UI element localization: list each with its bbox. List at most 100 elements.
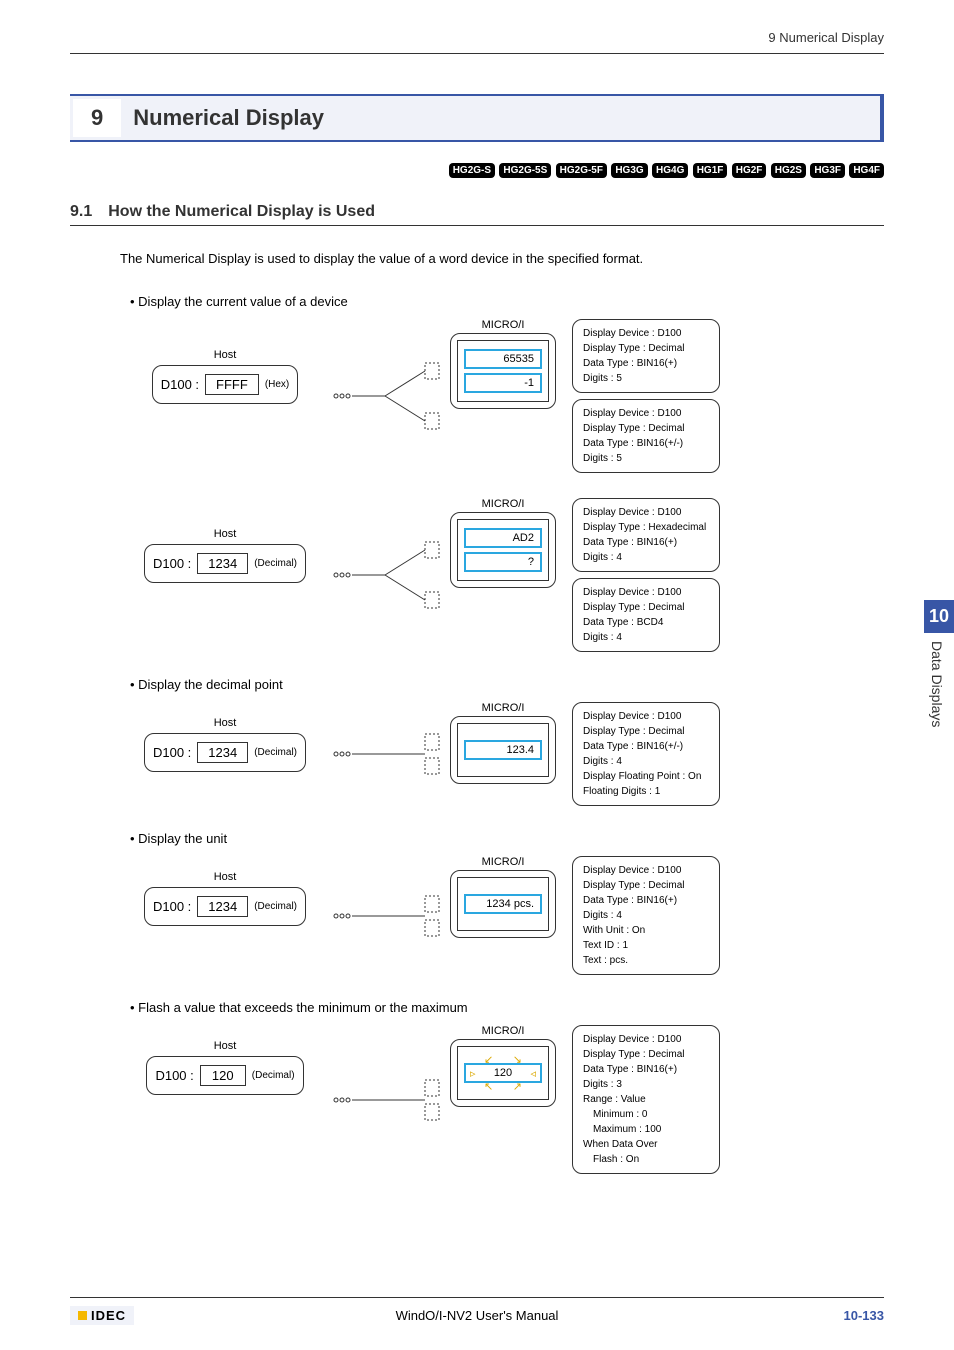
- chapter-number: 9: [73, 99, 121, 137]
- micro-label: MICRO/I: [450, 319, 556, 331]
- display-value-flash: ▹ 120 ◃ ↙ ↘ ↖ ↗: [464, 1063, 542, 1083]
- badge: HG4G: [652, 163, 688, 178]
- header-rule: [70, 53, 884, 54]
- display-value: 123.4: [464, 740, 542, 760]
- logo-text: IDEC: [91, 1308, 126, 1323]
- micro-unit: ▹ 120 ◃ ↙ ↘ ↖ ↗: [450, 1039, 556, 1107]
- host-format: (Hex): [265, 379, 289, 390]
- diagram-current-value-decimal: Host D100 : 1234 (Decimal) MICRO/I AD2 ?: [130, 498, 884, 652]
- flash-mark-icon: ◃: [530, 1067, 536, 1080]
- config-box: Display Device : D100 Display Type : Hex…: [572, 498, 720, 572]
- host-label: Host: [130, 717, 320, 729]
- diagram-flash-overflow: Host D100 : 120 (Decimal) MICRO/I ▹ 120: [130, 1025, 884, 1174]
- bullet-current-value: • Display the current value of a device: [130, 294, 884, 309]
- page-footer: IDEC WindO/I-NV2 User's Manual 10-133: [70, 1297, 884, 1325]
- display-value: -1: [464, 373, 542, 393]
- host-value: FFFF: [205, 374, 259, 395]
- side-tab-number: 10: [924, 600, 954, 633]
- device-label: D100 :: [155, 1068, 193, 1083]
- chapter-heading: 9 Numerical Display: [70, 94, 884, 142]
- micro-screen: 123.4: [457, 723, 549, 777]
- host-label: Host: [130, 1040, 320, 1052]
- page-header-right: 9 Numerical Display: [70, 30, 884, 45]
- host-format: (Decimal): [254, 558, 297, 569]
- micro-unit: 123.4: [450, 716, 556, 784]
- host-value: 1234: [197, 742, 248, 763]
- micro-label: MICRO/I: [450, 702, 556, 714]
- product-badges: HG2G-S HG2G-5S HG2G-5F HG3G HG4G HG1F HG…: [70, 162, 884, 178]
- host-box: D100 : FFFF (Hex): [152, 365, 299, 404]
- display-value: AD2: [464, 528, 542, 548]
- diagram-decimal-point: Host D100 : 1234 (Decimal) MICRO/I 123.4: [130, 702, 884, 806]
- config-box: Display Device : D100 Display Type : Dec…: [572, 319, 720, 393]
- config-box: Display Device : D100 Display Type : Dec…: [572, 578, 720, 652]
- host-label: Host: [130, 528, 320, 540]
- side-tab: 10 Data Displays: [924, 600, 954, 735]
- badge: HG2F: [732, 163, 767, 178]
- micro-label: MICRO/I: [450, 498, 556, 510]
- config-box: Display Device : D100 Display Type : Dec…: [572, 399, 720, 473]
- section-number: 9.1: [70, 203, 92, 221]
- device-label: D100 :: [153, 899, 191, 914]
- host-box: D100 : 1234 (Decimal): [144, 544, 306, 583]
- micro-screen: 1234 pcs.: [457, 877, 549, 931]
- micro-screen: 65535 -1: [457, 340, 549, 402]
- badge: HG3G: [611, 163, 647, 178]
- config-box: Display Device : D100 Display Type : Dec…: [572, 856, 720, 975]
- micro-unit: AD2 ?: [450, 512, 556, 588]
- micro-unit: 65535 -1: [450, 333, 556, 409]
- flash-mark-icon: ↘: [513, 1053, 522, 1066]
- host-value: 1234: [197, 553, 248, 574]
- host-box: D100 : 1234 (Decimal): [144, 887, 306, 926]
- host-label: Host: [130, 871, 320, 883]
- diagram-unit: Host D100 : 1234 (Decimal) MICRO/I 1234 …: [130, 856, 884, 975]
- connection-wires-icon: [330, 719, 440, 789]
- connection-wires-icon: [330, 530, 440, 620]
- flash-mark-icon: ↗: [513, 1080, 522, 1093]
- bullet-decimal-point: • Display the decimal point: [130, 677, 884, 692]
- badge: HG1F: [693, 163, 728, 178]
- footer-title: WindO/I-NV2 User's Manual: [396, 1308, 559, 1323]
- bullet-unit: • Display the unit: [130, 831, 884, 846]
- micro-label: MICRO/I: [450, 1025, 556, 1037]
- badge: HG4F: [849, 163, 884, 178]
- host-value: 1234: [197, 896, 248, 917]
- host-box: D100 : 1234 (Decimal): [144, 733, 306, 772]
- micro-unit: 1234 pcs.: [450, 870, 556, 938]
- badge: HG2S: [771, 163, 806, 178]
- device-label: D100 :: [153, 745, 191, 760]
- section-title: How the Numerical Display is Used: [108, 203, 375, 221]
- connection-wires-icon: [330, 881, 440, 951]
- host-box: D100 : 120 (Decimal): [146, 1056, 303, 1095]
- section-heading: 9.1 How the Numerical Display is Used: [70, 203, 884, 226]
- badge: HG2G-S: [449, 163, 495, 178]
- host-value: 120: [200, 1065, 246, 1086]
- micro-label: MICRO/I: [450, 856, 556, 868]
- badge: HG2G-5F: [556, 163, 607, 178]
- micro-screen: AD2 ?: [457, 519, 549, 581]
- display-value: 65535: [464, 349, 542, 369]
- connection-wires-icon: [330, 1065, 440, 1135]
- micro-screen: ▹ 120 ◃ ↙ ↘ ↖ ↗: [457, 1046, 549, 1100]
- host-label: Host: [130, 349, 320, 361]
- connection-wires-icon: [330, 351, 440, 441]
- display-value: 1234 pcs.: [464, 894, 542, 914]
- flash-mark-icon: ↖: [484, 1080, 493, 1093]
- flash-mark-icon: ↙: [484, 1053, 493, 1066]
- device-label: D100 :: [153, 556, 191, 571]
- badge: HG2G-5S: [499, 163, 551, 178]
- config-box: Display Device : D100 Display Type : Dec…: [572, 702, 720, 806]
- badge: HG3F: [810, 163, 845, 178]
- host-format: (Decimal): [254, 901, 297, 912]
- footer-page: 10-133: [844, 1308, 884, 1323]
- display-value: ?: [464, 552, 542, 572]
- side-tab-text: Data Displays: [924, 633, 950, 735]
- logo-square-icon: [78, 1311, 87, 1320]
- device-label: D100 :: [161, 377, 199, 392]
- flash-mark-icon: ▹: [470, 1067, 476, 1080]
- section-intro: The Numerical Display is used to display…: [120, 251, 884, 266]
- chapter-title: Numerical Display: [121, 105, 324, 131]
- diagram-current-value-hex: Host D100 : FFFF (Hex) MICRO/I 65535 -1: [130, 319, 884, 473]
- host-format: (Decimal): [254, 747, 297, 758]
- host-format: (Decimal): [252, 1070, 295, 1081]
